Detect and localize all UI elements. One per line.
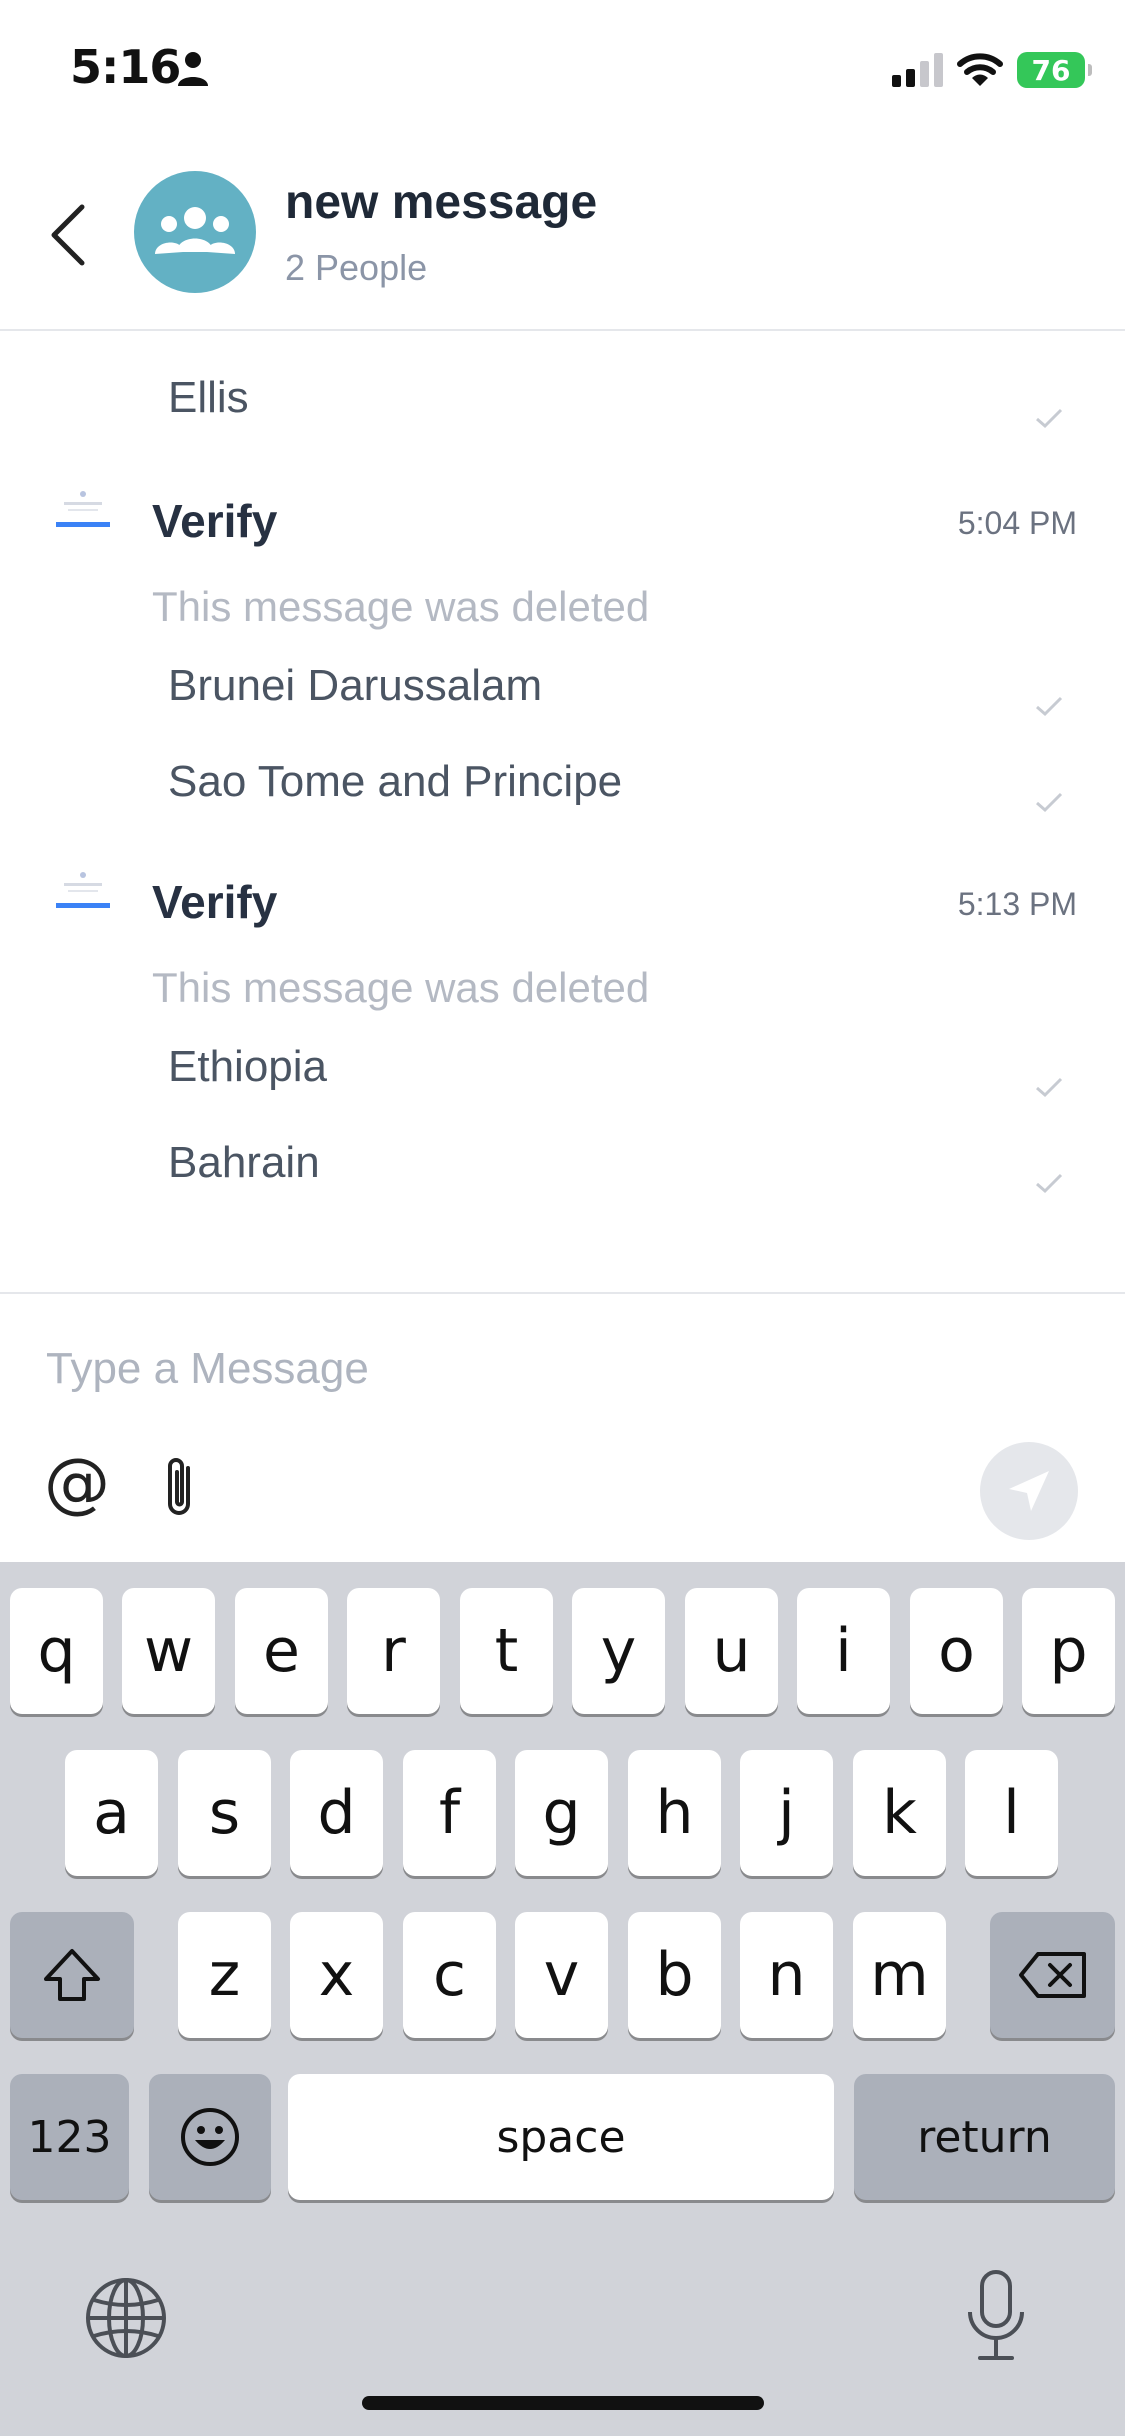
cellular-signal-icon [892,53,943,87]
backspace-icon [1018,1952,1086,1998]
key-r[interactable]: r [347,1588,440,1714]
status-bar: 5:16 76 [0,0,1125,135]
sender-name: Verify [152,495,278,547]
key-q[interactable]: q [10,1588,103,1714]
key-g[interactable]: g [515,1750,608,1876]
option-item: Ethiopia [168,1042,328,1091]
key-p[interactable]: p [1022,1588,1115,1714]
key-w[interactable]: w [122,1588,215,1714]
person-icon [178,52,208,86]
key-x[interactable]: x [290,1912,383,2038]
option-item: Ellis [168,373,249,422]
key-l[interactable]: l [965,1750,1058,1876]
key-d[interactable]: d [290,1750,383,1876]
key-o[interactable]: o [910,1588,1003,1714]
key-b[interactable]: b [628,1912,721,2038]
key-k[interactable]: k [853,1750,946,1876]
option-item: Sao Tome and Principe [168,757,623,806]
check-icon [1036,792,1063,813]
key-n[interactable]: n [740,1912,833,2038]
message-input[interactable] [46,1334,1046,1404]
key-u[interactable]: u [685,1588,778,1714]
option-item: Brunei Darussalam [168,661,543,710]
key-h[interactable]: h [628,1750,721,1876]
check-icon [1036,1077,1063,1098]
sender-name: Verify [152,876,278,928]
paperclip-icon[interactable] [158,1454,202,1522]
battery-indicator: 76 [1017,52,1092,88]
send-button[interactable] [980,1442,1078,1540]
space-key[interactable]: space [288,2074,834,2200]
key-z[interactable]: z [178,1912,271,2038]
key-t[interactable]: t [460,1588,553,1714]
shift-icon [44,1949,100,2001]
message-list[interactable]: Ellis Verify 5:04 PM This message was de… [0,333,1125,1290]
option-item: Bahrain [168,1138,320,1187]
message-composer: @ [0,1292,1125,1562]
sender-thumbnail [54,486,112,532]
check-icon [1036,408,1063,429]
participant-count: 2 People [285,247,428,288]
message-time: 5:04 PM [957,505,1077,541]
keyboard: q w e r t y u i o p a s d f g h j k l z … [0,1562,1125,2436]
key-e[interactable]: e [235,1588,328,1714]
check-icon [1036,696,1063,717]
emoji-icon [181,2108,239,2166]
key-f[interactable]: f [403,1750,496,1876]
globe-icon[interactable] [84,2276,168,2360]
group-icon [155,207,235,254]
key-a[interactable]: a [65,1750,158,1876]
return-key[interactable]: return [854,2074,1115,2200]
deleted-message: This message was deleted [152,964,650,1011]
wifi-icon [957,53,1003,86]
key-c[interactable]: c [403,1912,496,2038]
conversation-title: new message [285,176,598,229]
status-time: 5:16 [70,40,181,94]
group-avatar[interactable] [134,171,256,293]
key-j[interactable]: j [740,1750,833,1876]
key-s[interactable]: s [178,1750,271,1876]
key-v[interactable]: v [515,1912,608,2038]
key-y[interactable]: y [572,1588,665,1714]
numbers-key[interactable]: 123 [10,2074,129,2200]
battery-level: 76 [1031,53,1071,87]
key-m[interactable]: m [853,1912,946,2038]
chat-header: new message 2 People [0,135,1125,331]
sender-thumbnail [54,867,112,913]
home-indicator[interactable] [362,2396,764,2410]
shift-key[interactable] [10,1912,134,2038]
delete-key[interactable] [990,1912,1115,2038]
key-i[interactable]: i [797,1588,890,1714]
emoji-key[interactable] [149,2074,271,2200]
send-icon [1009,1471,1049,1511]
check-icon [1036,1173,1063,1194]
microphone-icon[interactable] [964,2268,1028,2364]
chevron-left-icon[interactable] [40,195,100,275]
mention-button[interactable]: @ [44,1444,110,1521]
message-time: 5:13 PM [957,886,1077,922]
deleted-message: This message was deleted [152,583,650,630]
